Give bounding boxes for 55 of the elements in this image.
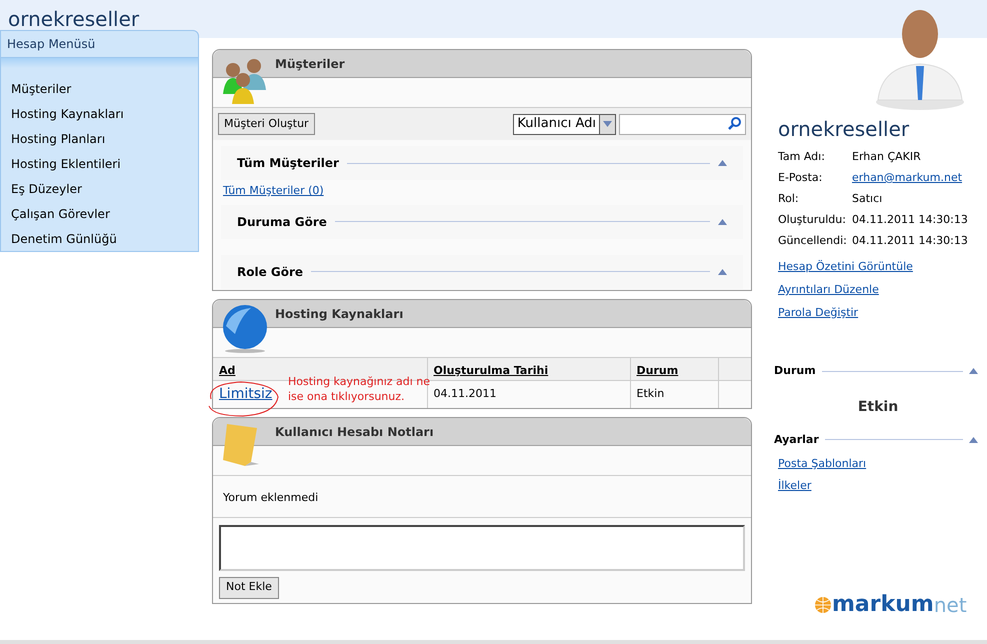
sidebar-item[interactable]: Çalışan Görevler xyxy=(1,201,198,226)
account-link[interactable]: Ayrıntıları Düzenle xyxy=(778,283,879,296)
column-header[interactable]: Durum xyxy=(630,358,718,380)
field-value: Satıcı xyxy=(852,191,882,207)
settings-link[interactable]: İlkeler xyxy=(778,479,812,492)
create-customer-button[interactable]: Müşteri Oluştur xyxy=(218,113,315,135)
collapse-icon[interactable] xyxy=(718,160,727,166)
section-title: Duruma Göre xyxy=(237,214,327,230)
sidebar-item[interactable]: Hosting Kaynakları xyxy=(1,101,198,126)
note-icon xyxy=(221,422,261,468)
search-by-dropdown[interactable]: Kullanıcı Adı xyxy=(513,114,616,134)
sidebar-item[interactable]: Müşteriler xyxy=(1,76,198,101)
field-label: E-Posta: xyxy=(778,170,824,186)
collapse-icon[interactable] xyxy=(718,268,727,274)
sidebar-item[interactable]: Denetim Günlüğü xyxy=(1,226,198,251)
panel-title: Hosting Kaynakları xyxy=(275,306,404,322)
logo: markumnet xyxy=(814,594,978,616)
column-header[interactable]: Oluşturulma Tarihi xyxy=(427,358,630,380)
field-label: Oluşturuldu: xyxy=(778,212,847,228)
search-icon[interactable] xyxy=(727,116,743,132)
account-name: ornekreseller xyxy=(778,116,910,143)
table-cell: Etkin xyxy=(630,380,718,408)
section-title: Tüm Müşteriler xyxy=(237,155,339,172)
field-value: 04.11.2011 14:30:13 xyxy=(852,212,968,228)
all-customers-link[interactable]: Tüm Müşteriler (0) xyxy=(223,184,324,197)
field-value: 04.11.2011 14:30:13 xyxy=(852,233,968,249)
add-note-button[interactable]: Not Ekle xyxy=(219,576,279,598)
sidebar-item[interactable]: Hosting Eklentileri xyxy=(1,151,198,176)
collapse-icon[interactable] xyxy=(969,368,978,374)
note-field[interactable] xyxy=(219,524,745,570)
email-link[interactable]: erhan@markum.net xyxy=(852,170,962,186)
account-link[interactable]: Parola Değiştir xyxy=(778,306,858,319)
search-field[interactable] xyxy=(619,114,746,134)
empty-notes-text: Yorum eklenmedi xyxy=(223,491,318,504)
settings-link[interactable]: Posta Şablonları xyxy=(778,457,866,470)
panel-title: Kullanıcı Hesabı Notları xyxy=(275,424,434,440)
section-title: Ayarlar xyxy=(774,432,819,448)
collapse-icon[interactable] xyxy=(718,218,727,224)
field-label: Rol: xyxy=(778,191,800,207)
panel-title: Müşteriler xyxy=(275,56,345,72)
sidebar-item[interactable]: Eş Düzeyler xyxy=(1,176,198,201)
section-title: Role Göre xyxy=(237,264,304,280)
sphere-icon xyxy=(221,304,269,354)
field-value: Erhan ÇAKIR xyxy=(852,149,921,165)
section-title: Durum xyxy=(774,363,816,379)
field-label: Tam Adı: xyxy=(778,149,826,165)
site-title: ornekreseller xyxy=(8,6,140,33)
field-label: Güncellendi: xyxy=(778,233,848,249)
account-link[interactable]: Hesap Özetini Görüntüle xyxy=(778,260,913,273)
expand-icon[interactable] xyxy=(603,121,612,127)
sidebar-item[interactable]: Hosting Planları xyxy=(1,126,198,151)
collapse-icon[interactable] xyxy=(969,436,978,443)
globe-icon xyxy=(814,596,832,614)
status-value: Etkin xyxy=(856,398,900,416)
resource-link[interactable]: Limitsiz xyxy=(219,386,272,402)
